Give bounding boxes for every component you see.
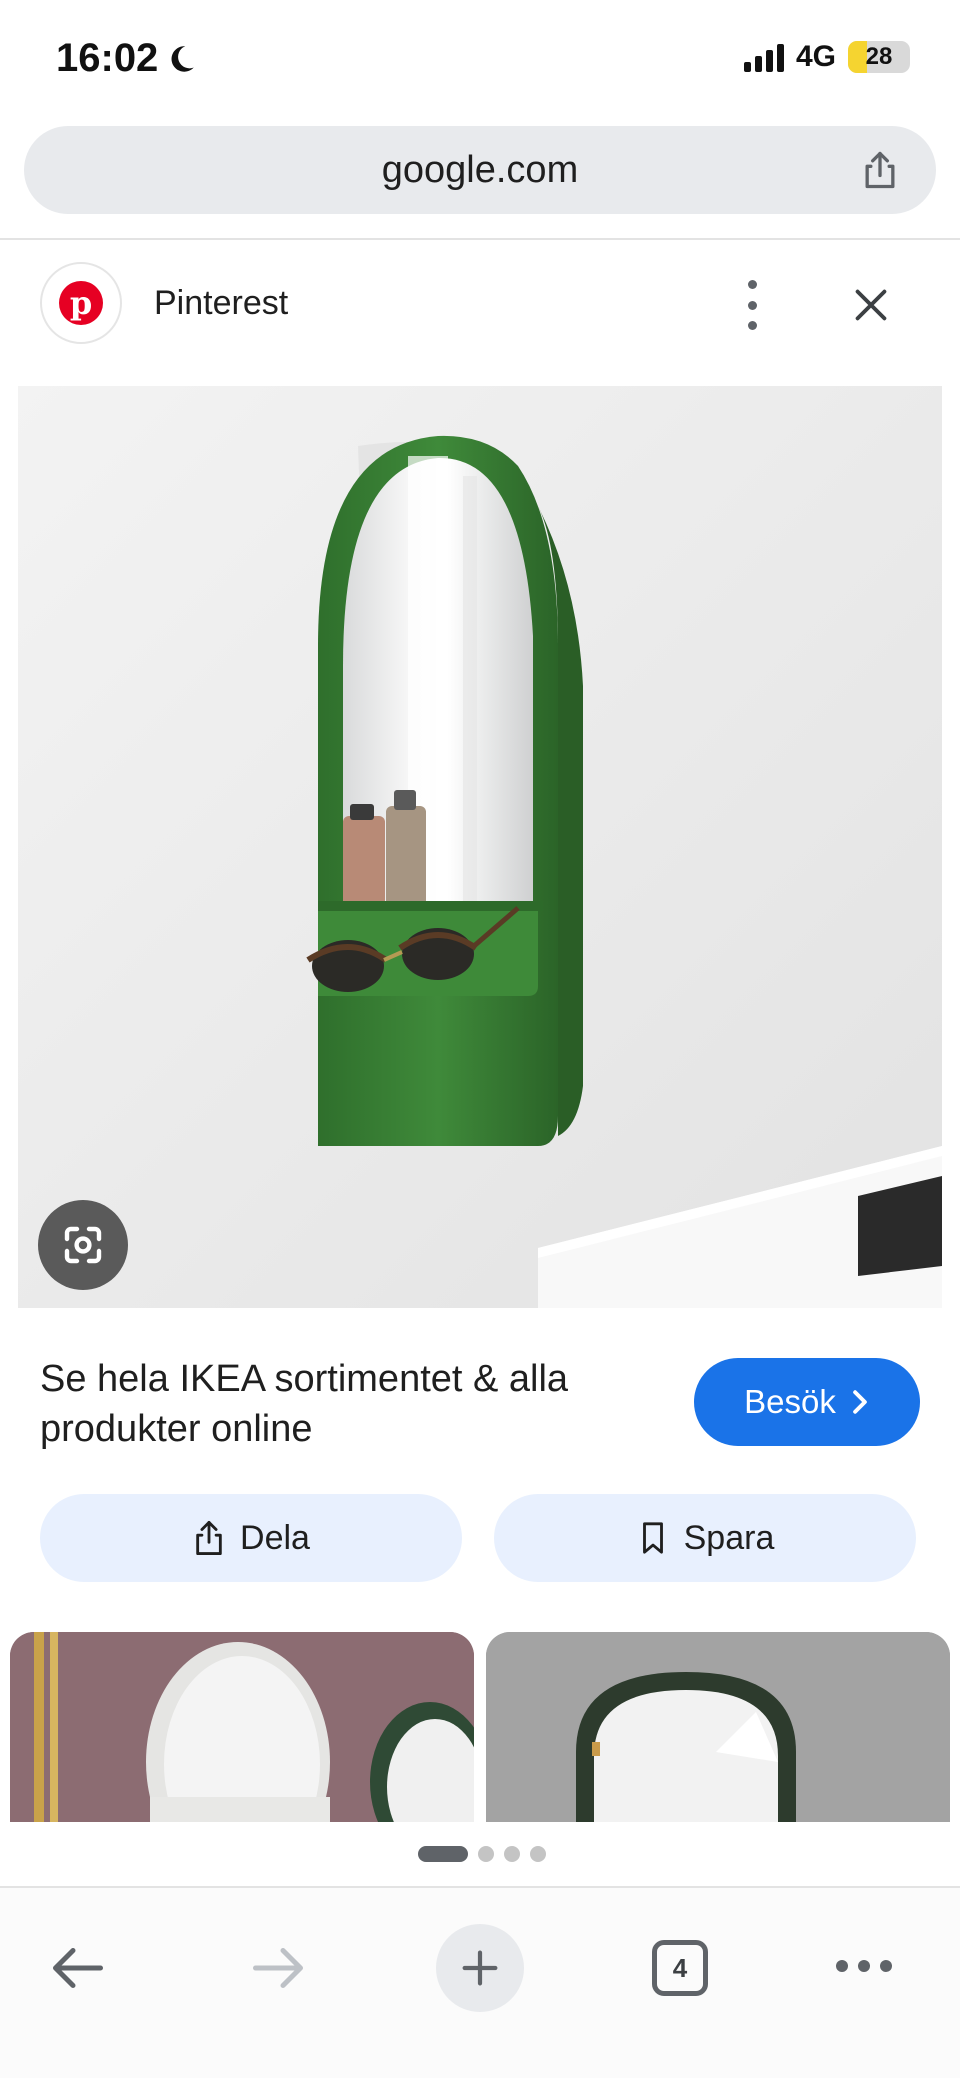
tab-count: 4 [672, 1952, 688, 1983]
address-bar[interactable]: google.com [24, 126, 936, 214]
related-image-2[interactable] [486, 1632, 950, 1822]
url-text: google.com [381, 148, 579, 191]
status-time: 16:02 [56, 36, 198, 81]
divider [0, 238, 960, 240]
share-icon[interactable] [858, 148, 902, 192]
image-pager[interactable] [418, 1846, 546, 1862]
bottom-toolbar: 4 [0, 1888, 960, 2078]
google-lens-icon [64, 1226, 102, 1264]
related-mirror-pink [10, 1632, 474, 1822]
new-tab-button[interactable] [436, 1924, 524, 2012]
related-mirror-dark [486, 1632, 950, 1822]
back-arrow-icon[interactable] [48, 1938, 108, 1998]
save-label: Spara [683, 1518, 775, 1557]
share-icon [196, 1520, 222, 1555]
result-caption[interactable]: Se hela IKEA sortimentet & alla produkte… [40, 1354, 660, 1454]
more-horiz-icon[interactable] [836, 1956, 892, 1976]
pager-dot[interactable] [418, 1846, 468, 1862]
cellular-signal-icon [743, 42, 784, 72]
tab-switcher-button[interactable]: 4 [652, 1940, 708, 1996]
status-indicators: 4G 28 [743, 40, 910, 74]
result-image[interactable] [18, 386, 942, 1308]
network-type: 4G [795, 40, 836, 73]
bookmark-icon [642, 1522, 663, 1554]
more-vert-icon[interactable] [742, 280, 762, 330]
pinterest-logo[interactable]: p [40, 262, 122, 344]
clock-text: 16:02 [56, 36, 159, 80]
share-button[interactable]: Dela [40, 1494, 462, 1582]
plus-icon [462, 1950, 498, 1986]
source-name[interactable]: Pinterest [154, 284, 288, 323]
close-icon[interactable] [848, 282, 894, 328]
status-bar: 16:02 4G 28 [0, 0, 960, 120]
share-label: Dela [240, 1518, 310, 1557]
forward-arrow-icon[interactable] [248, 1938, 308, 1998]
pager-dot[interactable] [478, 1846, 494, 1862]
save-button[interactable]: Spara [494, 1494, 916, 1582]
google-lens-button[interactable] [38, 1200, 128, 1290]
source-header: p Pinterest [0, 260, 960, 350]
visit-label: Besök [744, 1383, 836, 1420]
visit-button[interactable]: Besök [694, 1358, 920, 1446]
pager-dot[interactable] [530, 1846, 546, 1862]
related-image-1[interactable] [10, 1632, 474, 1822]
mirror-illustration [18, 386, 942, 1308]
battery-icon: 28 [848, 41, 910, 73]
pinterest-icon: p [59, 281, 103, 325]
pager-dot[interactable] [504, 1846, 520, 1862]
chevron-right-icon [853, 1390, 867, 1414]
battery-level: 28 [865, 43, 893, 70]
moon-icon [171, 45, 195, 72]
